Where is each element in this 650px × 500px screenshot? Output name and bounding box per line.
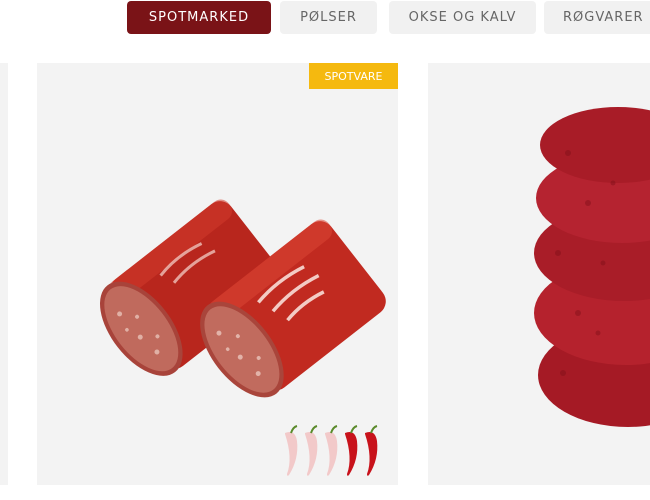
chili-stem-icon [290, 425, 298, 434]
chili-stem-icon [330, 425, 338, 434]
chili-sausage-image [99, 199, 386, 398]
chili-stem-icon [350, 425, 358, 434]
product-card-partial-left[interactable] [0, 63, 8, 485]
filter-poelser-button[interactable]: PØLSER [280, 1, 377, 34]
chili-empty-icon [325, 432, 338, 476]
filter-spotmarked-button[interactable]: SPOTMARKED [127, 1, 271, 34]
chili-empty-icon [305, 432, 318, 476]
chili-stem-icon [370, 425, 378, 434]
beef-patties-image [534, 107, 650, 427]
product-card-partial-right[interactable] [428, 63, 650, 485]
filter-roegvarer-button[interactable]: RØGVARER [544, 1, 650, 34]
chili-empty-icon [285, 432, 298, 476]
chili-heat-rating-icon [285, 425, 378, 476]
chili-stem-icon [310, 425, 318, 434]
filter-okse-og-kalv-button[interactable]: OKSE OG KALV [389, 1, 536, 34]
chili-filled-icon [345, 432, 358, 476]
spotvare-badge: SPOTVARE [309, 63, 398, 89]
product-card-featured[interactable]: SPOTVARE [37, 63, 398, 485]
chili-filled-icon [365, 432, 378, 476]
